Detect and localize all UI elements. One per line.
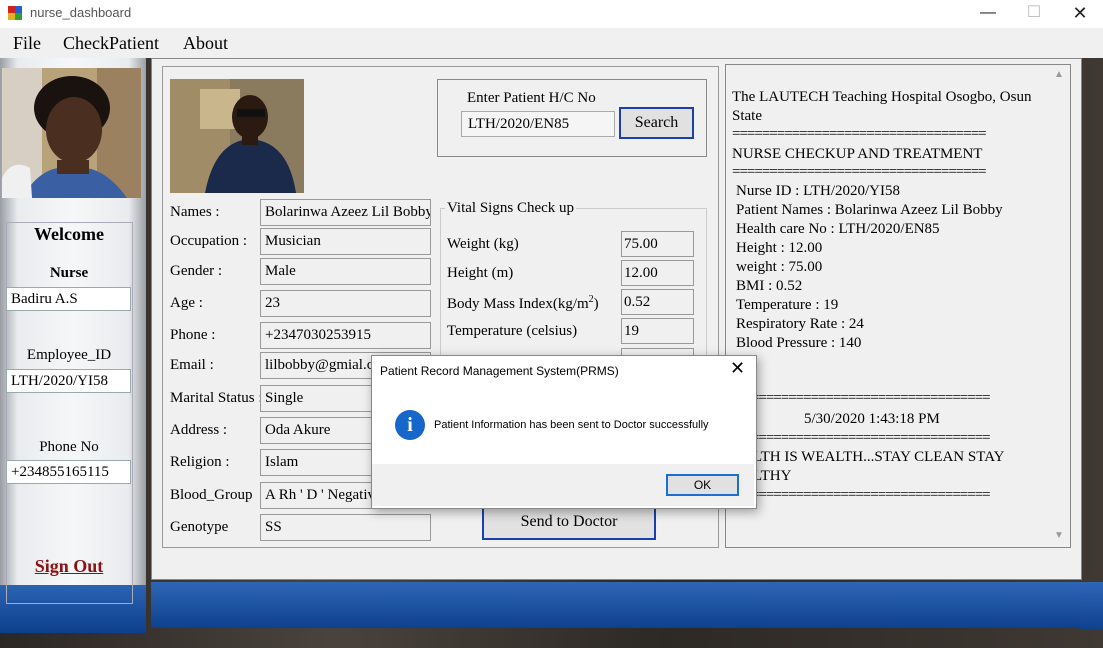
title-bar	[0, 0, 1103, 28]
dialog-close-icon[interactable]: ✕	[730, 358, 745, 379]
report-line: ==================================	[736, 390, 991, 406]
phone-field[interactable]: +2347030253915	[260, 322, 431, 349]
welcome-label: Welcome	[34, 224, 104, 244]
blood-group-label: Blood_Group	[170, 487, 253, 503]
report-line: ==================================	[732, 126, 987, 142]
report-line: Health care No : LTH/2020/EN85	[736, 221, 940, 237]
temperature-field[interactable]: 19	[621, 318, 694, 344]
main-footer	[151, 582, 1080, 628]
marital-status-label: Marital Status :	[170, 390, 263, 406]
window-title: nurse_dashboard	[30, 5, 132, 20]
bmi-field[interactable]: 0.52	[621, 289, 694, 315]
info-icon: i	[395, 410, 425, 440]
weight-field[interactable]: 75.00	[621, 231, 694, 257]
report-line: ==================================	[736, 430, 991, 446]
maximize-icon[interactable]: ☐	[1011, 0, 1057, 28]
report-line: The LAUTECH Teaching Hospital Osogbo, Os…	[732, 89, 1032, 105]
ok-button[interactable]: OK	[666, 474, 739, 496]
age-field[interactable]: 23	[260, 290, 431, 317]
report-line: ==================================	[732, 164, 987, 180]
phone-field: +234855165115	[6, 460, 131, 484]
report-line: State	[732, 108, 762, 124]
hc-number-input[interactable]: LTH/2020/EN85	[461, 111, 615, 137]
dialog-message: Patient Information has been sent to Doc…	[434, 419, 709, 431]
weight-label: Weight (kg)	[447, 236, 519, 252]
minimize-icon[interactable]: —	[965, 0, 1011, 28]
footer-edge	[1080, 582, 1103, 630]
religion-label: Religion :	[170, 454, 230, 470]
menu-bar	[0, 28, 1103, 58]
menu-checkpatient[interactable]: CheckPatient	[63, 33, 159, 54]
gender-field[interactable]: Male	[260, 258, 431, 285]
report-scrollbar[interactable]: ▲ ▼	[1050, 65, 1068, 545]
search-button[interactable]: Search	[619, 107, 694, 139]
role-label: Nurse	[49, 265, 89, 281]
occupation-label: Occupation :	[170, 233, 248, 249]
address-label: Address :	[170, 422, 228, 438]
report-line: Respiratory Rate : 24	[736, 316, 864, 332]
bmi-label: Body Mass Index(kg/m2)	[447, 294, 599, 313]
report-line: ==================================	[736, 487, 991, 503]
patient-photo	[170, 79, 304, 193]
app-icon	[8, 6, 22, 20]
report-line: NURSE CHECKUP AND TREATMENT	[732, 146, 983, 162]
search-label: Enter Patient H/C No	[467, 90, 596, 106]
phone-label: Phone No	[39, 439, 99, 455]
menu-about[interactable]: About	[183, 33, 228, 54]
vitals-title: Vital Signs Check up	[445, 200, 577, 217]
report-line: Temperature : 19	[736, 297, 839, 313]
names-field[interactable]: Bolarinwa Azeez Lil Bobby	[260, 199, 431, 226]
menu-file[interactable]: File	[13, 33, 41, 54]
phone-label: Phone :	[170, 327, 216, 343]
gender-label: Gender :	[170, 263, 223, 279]
bmi-label-close: )	[593, 296, 599, 312]
close-icon[interactable]: ✕	[1057, 0, 1103, 28]
nurse-photo	[2, 68, 141, 198]
height-label: Height (m)	[447, 265, 514, 281]
names-label: Names :	[170, 204, 220, 220]
report-line: Patient Names : Bolarinwa Azeez Lil Bobb…	[736, 202, 1003, 218]
occupation-field[interactable]: Musician	[260, 228, 431, 255]
email-label: Email :	[170, 357, 214, 373]
report-line: Blood Pressure : 140	[736, 335, 862, 351]
dialog-title: Patient Record Management System(PRMS)	[380, 364, 619, 378]
report-line: weight : 75.00	[736, 259, 823, 275]
genotype-label: Genotype	[170, 519, 229, 535]
age-label: Age :	[170, 295, 203, 311]
scroll-down-icon[interactable]: ▼	[1054, 530, 1064, 541]
employee-id-field: LTH/2020/YI58	[6, 369, 131, 393]
bmi-label-text: Body Mass Index(kg/m	[447, 296, 589, 312]
height-field[interactable]: 12.00	[621, 260, 694, 286]
report-line: Nurse ID : LTH/2020/YI58	[736, 183, 901, 199]
employee-id-label: Employee_ID	[26, 347, 112, 363]
nurse-name-field: Badiru A.S	[6, 287, 131, 311]
scroll-up-icon[interactable]: ▲	[1054, 69, 1064, 80]
report-datetime: 5/30/2020 1:43:18 PM	[804, 411, 940, 427]
genotype-field[interactable]: SS	[260, 514, 431, 541]
sign-out-link[interactable]: Sign Out	[6, 556, 132, 577]
report-line: BMI : 0.52	[736, 278, 803, 294]
report-line: HEALTH IS WEALTH...STAY CLEAN STAY	[722, 449, 1005, 465]
temperature-label: Temperature (celsius)	[447, 323, 578, 339]
report-line: Height : 12.00	[736, 240, 823, 256]
